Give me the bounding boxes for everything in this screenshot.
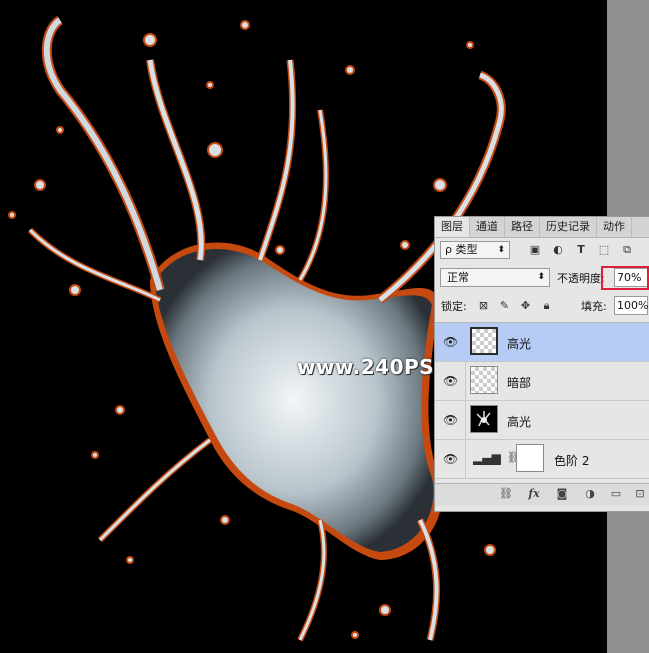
layer-row-highlight-selected[interactable]: 👁︎ 高光 [435, 323, 649, 362]
opacity-label: 不透明度: [557, 272, 605, 285]
layer-row-levels-adjustment[interactable]: 👁︎ ▂▄▆ ⛓ 色阶 2 [435, 440, 649, 479]
opacity-highlight-box [601, 266, 649, 290]
tab-history[interactable]: 历史记录 [540, 217, 597, 237]
divider [465, 323, 466, 362]
lock-pixels-brush-icon[interactable]: ✎ [498, 299, 511, 312]
smart-object-filter-icon[interactable]: ⧉ [620, 243, 634, 257]
layer-name: 高光 [507, 337, 532, 351]
layer-row-shadow[interactable]: 👁︎ 暗部 [435, 362, 649, 401]
filter-row: ρ 类型 ⬍ ▣ ◐ T ⬚ ⧉ [435, 239, 649, 263]
new-group-icon[interactable]: ▭ [609, 487, 623, 501]
lock-fill-row: 锁定: ⊠ ✎ ✥ 🔒︎ 填充: 100% [435, 295, 649, 317]
image-filter-icon[interactable]: ▣ [528, 243, 542, 257]
type-filter-icon[interactable]: T [574, 243, 588, 257]
tab-actions[interactable]: 动作 [597, 217, 632, 237]
stepper-icon: ⬍ [497, 245, 505, 255]
layer-mask-thumbnail [516, 444, 544, 472]
splash-thumbnail-icon [476, 411, 491, 427]
eye-visibility-icon[interactable]: 👁︎ [443, 374, 458, 388]
tab-paths[interactable]: 路径 [505, 217, 540, 237]
layer-thumbnail [470, 366, 498, 394]
layer-list[interactable]: 👁︎ 高光 👁︎ 暗部 👁︎ 高光 👁︎ ▂▄▆ ⛓ 色阶 2 [435, 322, 649, 483]
lock-all-icon[interactable]: 🔒︎ [540, 299, 553, 312]
layer-name: 高光 [507, 415, 532, 429]
tab-layers[interactable]: 图层 [435, 217, 470, 237]
adjustment-filter-icon[interactable]: ◐ [551, 243, 565, 257]
layer-name: 色阶 2 [554, 454, 590, 468]
levels-histogram-icon: ▂▄▆ [473, 451, 501, 465]
fill-label: 填充: [581, 300, 607, 313]
lock-transparency-icon[interactable]: ⊠ [477, 299, 490, 312]
layer-thumbnail [470, 327, 498, 355]
layer-row-highlight[interactable]: 👁︎ 高光 [435, 401, 649, 440]
layers-panel[interactable]: 图层 通道 路径 历史记录 动作 ρ 类型 ⬍ ▣ ◐ T ⬚ ⧉ 正常 ⬍ 不… [434, 216, 649, 512]
fill-input[interactable]: 100% [614, 296, 648, 315]
blend-mode-select[interactable]: 正常 ⬍ [440, 268, 550, 287]
panel-bottom-toolbar: ⛓ fx ◙ ◑ ▭ ⊡ [435, 483, 649, 506]
divider [465, 362, 466, 401]
divider [465, 440, 466, 479]
blend-mode-value: 正常 [447, 271, 469, 284]
layer-thumbnail [470, 405, 498, 433]
adjustment-layer-icon[interactable]: ◑ [583, 487, 597, 501]
panel-tab-bar: 图层 通道 路径 历史记录 动作 [435, 217, 649, 238]
divider [465, 401, 466, 440]
filter-kind-label: ρ 类型 [445, 243, 478, 256]
fx-icon[interactable]: fx [527, 487, 541, 501]
link-layers-icon[interactable]: ⛓ [499, 487, 513, 501]
lock-label: 锁定: [441, 300, 467, 313]
lock-position-move-icon[interactable]: ✥ [519, 299, 532, 312]
tab-channels[interactable]: 通道 [470, 217, 505, 237]
layer-kind-filter-select[interactable]: ρ 类型 ⬍ [440, 241, 510, 259]
add-mask-icon[interactable]: ◙ [555, 487, 569, 501]
stepper-icon: ⬍ [537, 272, 545, 282]
eye-visibility-icon[interactable]: 👁︎ [443, 335, 458, 349]
eye-visibility-icon[interactable]: 👁︎ [443, 452, 458, 466]
eye-visibility-icon[interactable]: 👁︎ [443, 413, 458, 427]
new-layer-icon[interactable]: ⊡ [633, 487, 647, 501]
shape-filter-icon[interactable]: ⬚ [597, 243, 611, 257]
layer-name: 暗部 [507, 376, 532, 390]
